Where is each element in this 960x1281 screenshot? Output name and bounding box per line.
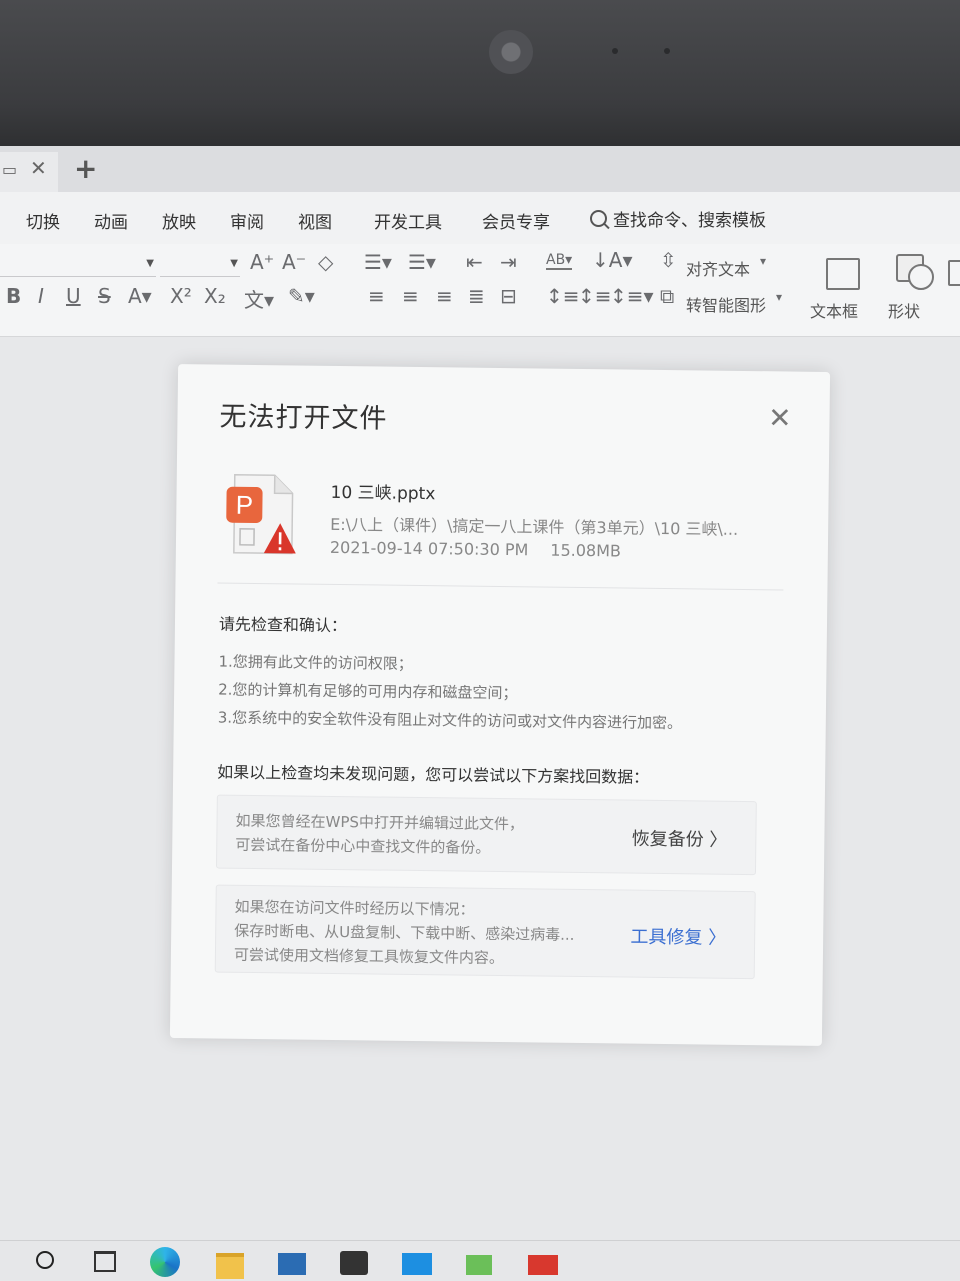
decrease-indent-icon[interactable]: ⇤ [466,250,483,274]
align-center-icon[interactable]: ≡ [402,284,419,308]
presentation-icon: ▭ [2,160,18,179]
document-tab[interactable]: ▭ ✕ [0,152,58,192]
menu-transition[interactable]: 切换 [26,208,60,233]
menu-membership[interactable]: 会员专享 [482,208,550,233]
numbered-list-icon[interactable]: ☰▾ [408,250,436,274]
menu-slideshow[interactable]: 放映 [162,208,196,233]
file-name: 10 三峡.pptx [330,482,436,505]
command-search[interactable]: 查找命令、搜索模板 [590,206,766,231]
increase-font-icon[interactable]: A⁺ [250,250,274,274]
recovery-heading: 如果以上检查均未发现问题，您可以尝试以下方案找回数据： [217,762,650,787]
command-search-label: 查找命令、搜索模板 [613,211,766,231]
increase-indent-icon[interactable]: ⇥ [500,250,517,274]
card-text: 保存时断电、从U盘复制、下载中断、感染过病毒... [234,921,575,944]
distribute-icon[interactable]: ⊟ [500,284,517,308]
card-text: 可尝试在备份中心中查找文件的备份。 [235,835,491,857]
menu-review[interactable]: 审阅 [230,208,264,233]
phonetic-guide-icon[interactable]: 文▾ [244,284,274,313]
more-tools-icon[interactable] [948,260,960,286]
search-circle-icon[interactable] [36,1251,54,1269]
file-size: 15.08MB [550,540,622,561]
divider [217,582,784,591]
shape-button[interactable]: 形状 [888,298,920,322]
italic-icon[interactable]: I [38,284,44,308]
backup-recovery-card: 如果您曾经在WPS中打开并编辑过此文件， 可尝试在备份中心中查找文件的备份。 恢… [215,794,757,876]
strikethrough-icon[interactable]: S [98,284,111,308]
card-text: 如果您曾经在WPS中打开并编辑过此文件， [235,811,525,834]
mail-icon[interactable] [278,1253,306,1275]
tab-bar: ▭ ✕ + [0,146,960,192]
menu-animation[interactable]: 动画 [94,208,128,233]
new-tab-button[interactable]: + [74,152,97,185]
font-size-select[interactable]: ▼ [160,252,240,277]
wps-taskbar-icon[interactable] [528,1255,558,1275]
app-icon[interactable] [466,1255,492,1275]
card-text: 可尝试使用文档修复工具恢复文件内容。 [233,945,505,968]
store-icon[interactable] [340,1251,368,1275]
check-item: 2.您的计算机有足够的可用内存和磁盘空间； [218,680,518,703]
menu-view[interactable]: 视图 [298,208,332,233]
align-text-dropdown-icon[interactable]: ▾ [760,254,766,268]
check-item: 1.您拥有此文件的访问权限； [218,652,413,673]
align-right-icon[interactable]: ≡ [436,284,453,308]
webcam [489,30,533,74]
restore-backup-button[interactable]: 恢复备份 〉 [631,825,728,852]
file-meta: 2021-09-14 07:50:30 PM 15.08MB [330,538,621,561]
menu-developer[interactable]: 开发工具 [374,208,442,233]
screen: ▭ ✕ + 切换 动画 放映 审阅 视图 开发工具 会员专享 查找命令、搜索模板… [0,146,960,1280]
check-heading: 请先检查和确认： [218,614,348,636]
font-name-select[interactable]: ▼ [0,252,156,277]
tool-repair-button[interactable]: 工具修复 〉 [630,923,726,950]
pptx-letter: P [236,490,254,520]
bullet-list-icon[interactable]: ☰▾ [364,250,392,274]
dialog-title: 无法打开文件 [219,401,388,435]
smart-shape-dropdown-icon[interactable]: ▾ [776,290,782,304]
pptx-warning-file-icon: P [226,473,296,555]
sensor-dot [664,48,670,54]
edge-browser-icon[interactable] [150,1247,180,1277]
decrease-font-icon[interactable]: A⁻ [282,250,306,274]
textbox-icon [826,258,860,290]
file-path: E:\八上（课件）\搞定一八上课件（第3单元）\10 三峡\... [330,514,739,539]
shape-circle-icon [908,264,934,290]
file-date: 2021-09-14 07:50:30 PM [329,537,529,560]
text-direction-icon[interactable]: AB▾ [546,252,573,270]
card-text: 如果您在访问文件时经历以下情况： [234,897,475,919]
file-explorer-icon[interactable] [216,1253,244,1279]
align-text-icon: ⇳ [660,248,677,272]
close-icon[interactable]: ✕ [30,156,47,180]
close-icon[interactable]: ✕ [768,401,792,434]
task-view-icon[interactable] [94,1251,116,1272]
line-spacing-icon[interactable]: ↕≡ [546,284,580,308]
subscript-icon[interactable]: X₂ [204,284,226,308]
textbox-button[interactable]: 文本框 [810,298,858,322]
highlight-icon[interactable]: ✎▾ [288,284,315,308]
bold-icon[interactable]: B [6,284,21,308]
align-text-button[interactable]: 对齐文本 [686,256,750,280]
font-color-icon[interactable]: A▾ [128,284,152,308]
sensor-dot [612,48,618,54]
search-icon [590,210,607,227]
columns-icon[interactable]: ↕≡▾ [610,284,654,308]
paragraph-spacing-icon[interactable]: ↕≡ [578,284,612,308]
ribbon-menu: 切换 动画 放映 审阅 视图 开发工具 会员专享 查找命令、搜索模板 [0,192,960,244]
laptop-bezel [0,0,960,148]
app-icon[interactable] [402,1253,432,1275]
sort-icon[interactable]: ↓A▾ [592,248,632,272]
taskbar [0,1240,960,1281]
smart-shape-button[interactable]: 转智能图形 [686,292,766,316]
superscript-icon[interactable]: X² [170,284,192,308]
justify-icon[interactable]: ≣ [468,284,485,308]
format-toolbar: ▼ ▼ A⁺ A⁻ ◇ ☰▾ ☰▾ ⇤ ⇥ AB▾ ↓A▾ ⇳ 对齐文本 ▾ B… [0,244,960,337]
repair-tool-card: 如果您在访问文件时经历以下情况： 保存时断电、从U盘复制、下载中断、感染过病毒.… [214,884,756,980]
clear-format-icon[interactable]: ◇ [318,250,333,274]
check-item: 3.您系统中的安全软件没有阻止对文件的访问或对文件内容进行加密。 [217,708,683,733]
underline-icon[interactable]: U [66,284,81,308]
cannot-open-file-dialog: 无法打开文件 ✕ P 10 三峡.pptx E:\八上（课件）\搞定一八上课件（… [169,364,831,1046]
align-left-icon[interactable]: ≡ [368,284,385,308]
smart-shape-icon: ⧉ [660,284,675,308]
